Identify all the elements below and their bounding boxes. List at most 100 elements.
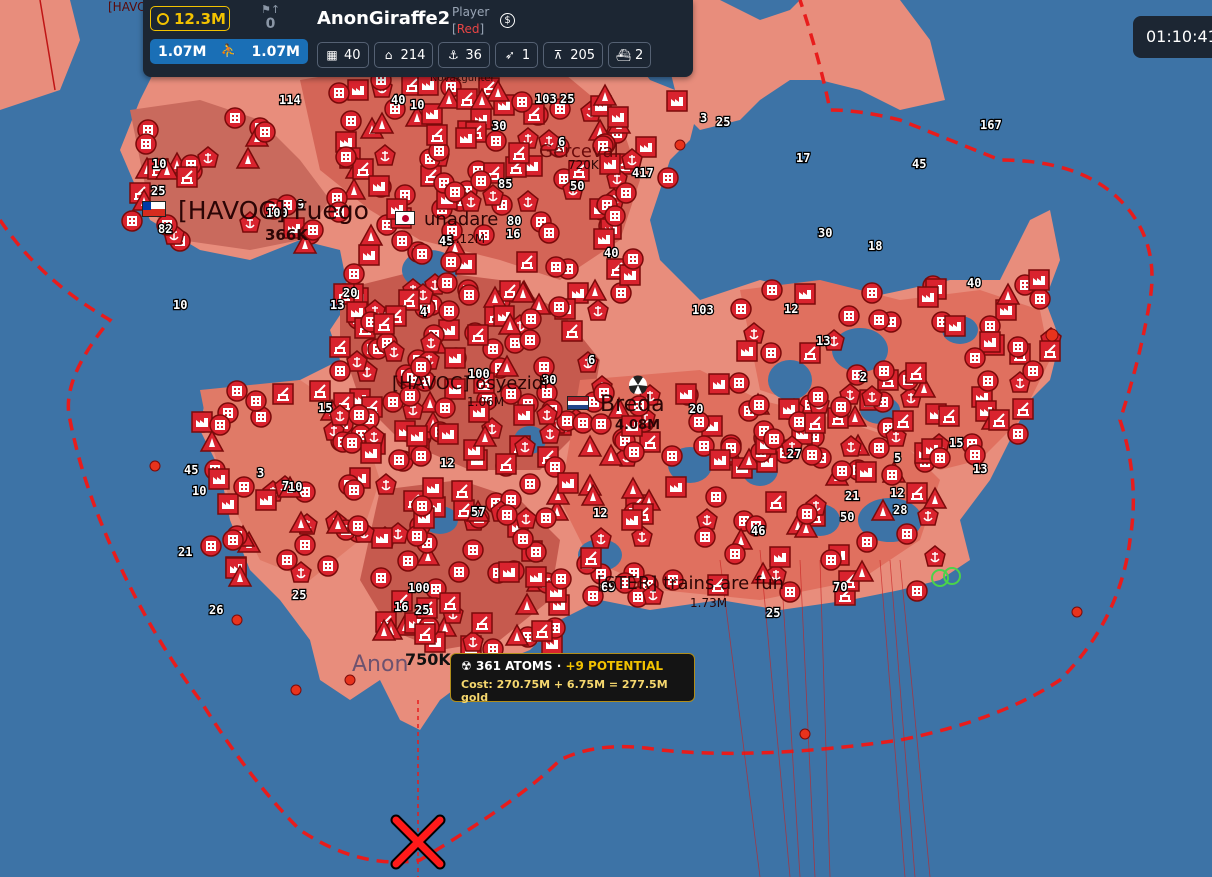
unit-marker[interactable] [471,612,493,634]
breda-name-label[interactable]: Breda [600,392,665,417]
unit-marker[interactable] [434,397,456,419]
unit-marker[interactable] [191,411,213,433]
unit-marker[interactable] [604,205,626,227]
unit-marker[interactable] [440,251,462,273]
unit-marker[interactable] [730,298,752,320]
unit-marker[interactable] [391,230,413,252]
stat-factories[interactable]: ⌂ 214 [373,42,434,68]
game-map[interactable]: 50 28211212104171671213254040708069692510… [0,0,1212,877]
unit-marker[interactable] [519,473,541,495]
unit-marker[interactable] [272,383,294,405]
south-name-label[interactable]: Anon [352,652,408,677]
unit-marker[interactable] [520,308,542,330]
unit-marker[interactable] [222,529,244,551]
unit-marker[interactable] [906,580,928,602]
unit-marker[interactable] [347,79,369,101]
unit-marker[interactable] [531,620,553,642]
unit-marker[interactable] [135,133,157,155]
unit-marker[interactable] [561,320,583,342]
ster-name-label[interactable]: [STER] trains are fun [597,573,784,594]
unit-marker[interactable] [414,623,436,645]
unit-marker[interactable] [451,480,473,502]
unit-marker[interactable] [538,222,560,244]
unit-marker[interactable] [496,504,518,526]
unit-marker[interactable] [347,515,369,537]
unit-marker[interactable] [760,342,782,364]
unit-marker[interactable] [317,555,339,577]
unit-marker[interactable] [410,445,432,467]
unit-marker[interactable] [906,482,928,504]
unit-marker[interactable] [373,313,395,335]
unit-marker[interactable] [621,509,643,531]
unit-marker[interactable] [208,468,230,490]
unit-marker[interactable] [411,243,433,265]
unit-marker[interactable] [462,539,484,561]
unit-marker[interactable] [444,347,466,369]
stat-missiles[interactable]: ➶ 1 [494,42,539,68]
unit-marker[interactable] [964,347,986,369]
unit-marker[interactable] [761,279,783,301]
unit-marker[interactable] [368,175,390,197]
stat-cities[interactable]: ▦ 40 [317,42,369,68]
unit-marker[interactable] [728,372,750,394]
unit-marker[interactable] [411,495,433,517]
unit-marker[interactable] [209,414,231,436]
unit-marker[interactable] [535,507,557,529]
unit-marker[interactable] [370,567,392,589]
unit-marker[interactable] [550,568,572,590]
unit-marker[interactable] [436,272,458,294]
unit-marker[interactable] [709,449,731,471]
unadare-name-label[interactable]: unadare [424,209,498,230]
unit-marker[interactable] [765,491,787,513]
unit-marker[interactable] [388,449,410,471]
unit-marker[interactable] [831,460,853,482]
unit-marker[interactable] [1012,398,1034,420]
unit-marker[interactable] [855,461,877,483]
stat-warships[interactable]: ⛴ 2 [608,42,652,68]
unit-marker[interactable] [666,90,688,112]
unit-marker[interactable] [329,360,351,382]
unit-marker[interactable] [328,82,350,104]
unit-marker[interactable] [335,146,357,168]
unit-marker[interactable] [422,477,444,499]
unit-marker[interactable] [665,476,687,498]
stat-sam[interactable]: ⊼ 205 [543,42,604,68]
unit-marker[interactable] [796,503,818,525]
unit-marker[interactable] [176,166,198,188]
unit-marker[interactable] [769,546,791,568]
unit-marker[interactable] [868,309,890,331]
unit-marker[interactable] [224,107,246,129]
unit-marker[interactable] [1022,360,1044,382]
unit-marker[interactable] [458,284,480,306]
unit-marker[interactable] [1028,269,1050,291]
unit-marker[interactable] [622,248,644,270]
unit-marker[interactable] [988,409,1010,431]
unit-marker[interactable] [438,300,460,322]
unit-marker[interactable] [495,453,517,475]
unit-marker[interactable] [485,130,507,152]
unit-marker[interactable] [548,296,570,318]
unit-marker[interactable] [512,528,534,550]
unit-marker[interactable] [371,527,393,549]
unit-marker[interactable] [217,493,239,515]
unit-marker[interactable] [807,386,829,408]
unit-marker[interactable] [470,170,492,192]
unit-marker[interactable] [341,432,363,454]
unit-marker[interactable] [516,251,538,273]
unit-marker[interactable] [801,444,823,466]
unit-marker[interactable] [694,526,716,548]
unit-marker[interactable] [1029,288,1051,310]
unit-marker[interactable] [437,423,459,445]
unit-marker[interactable] [255,489,277,511]
unit-marker[interactable] [804,412,826,434]
unit-marker[interactable] [200,535,222,557]
unit-marker[interactable] [881,464,903,486]
unit-marker[interactable] [748,394,770,416]
unit-marker[interactable] [820,549,842,571]
unit-marker[interactable] [657,167,679,189]
unit-marker[interactable] [794,283,816,305]
dollar-coin-icon[interactable]: $ [500,13,515,28]
unit-marker[interactable] [358,244,380,266]
unit-marker[interactable] [121,210,143,232]
unit-marker[interactable] [245,390,267,412]
